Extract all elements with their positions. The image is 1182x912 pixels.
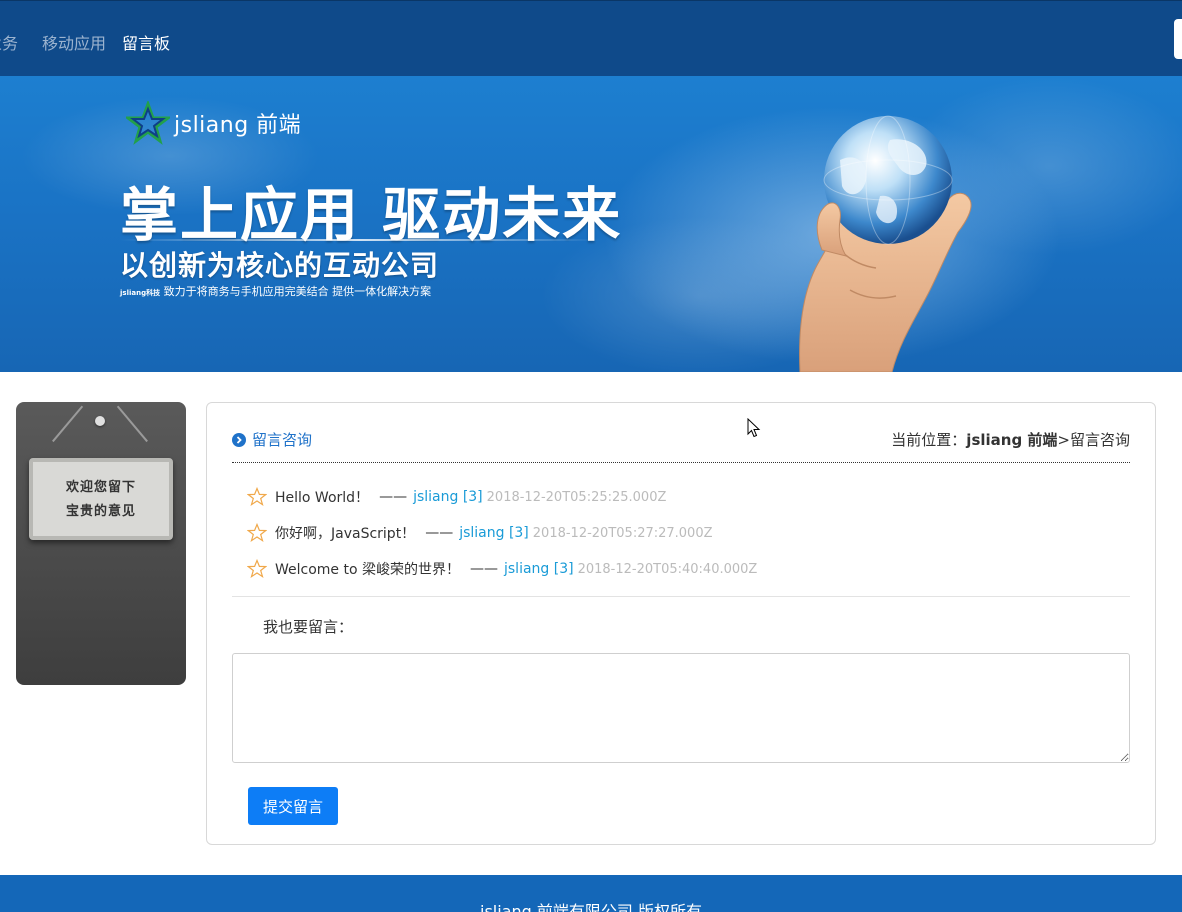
message-textarea[interactable] bbox=[232, 653, 1130, 763]
message-list: Hello World！ —— jsliang [3] 2018-12-20T0… bbox=[247, 479, 1127, 587]
banner-tagline: jsliang科技 致力于将商务与手机应用完美结合 提供一体化解决方案 bbox=[120, 283, 431, 299]
message-item: Welcome to 梁峻荣的世界！ —— jsliang [3] 2018-1… bbox=[247, 551, 1127, 587]
footer: jsliang 前端有限公司 版权所有 bbox=[0, 875, 1182, 912]
message-time: 2018-12-20T05:40:40.000Z bbox=[577, 561, 758, 577]
hand-globe-illustration bbox=[799, 115, 972, 372]
welcome-sign-image: 欢迎您留下 宝贵的意见 bbox=[16, 402, 186, 685]
tagline-text: 致力于将商务与手机应用完美结合 提供一体化解决方案 bbox=[163, 285, 432, 298]
star-icon bbox=[247, 559, 267, 578]
message-item: Hello World！ —— jsliang [3] 2018-12-20T0… bbox=[247, 479, 1127, 515]
message-author-link[interactable]: jsliang [3] bbox=[413, 489, 483, 505]
nav-item-message-board[interactable]: 留言板 bbox=[122, 30, 170, 54]
message-author-link[interactable]: jsliang [3] bbox=[504, 561, 574, 577]
star-icon bbox=[247, 487, 267, 506]
banner-divider bbox=[120, 239, 600, 241]
brand-logo: jsliang 前端 bbox=[126, 100, 301, 146]
message-author-link[interactable]: jsliang [3] bbox=[459, 525, 529, 541]
footer-copyright: jsliang 前端有限公司 版权所有 bbox=[480, 902, 702, 912]
nav-item-business[interactable]: 业务 bbox=[0, 30, 18, 54]
sign-string bbox=[52, 405, 84, 443]
message-dash: —— bbox=[425, 525, 454, 541]
message-board-panel: 留言咨询 当前位置：jsliang 前端>留言咨询 Hello World！ —… bbox=[206, 402, 1156, 845]
message-dash: —— bbox=[379, 489, 408, 505]
sign-line-2: 宝贵的意见 bbox=[65, 504, 136, 519]
tagline-brand: jsliang科技 bbox=[120, 289, 161, 297]
mouse-cursor-icon bbox=[747, 418, 761, 438]
sign-string bbox=[116, 405, 148, 443]
nail bbox=[95, 416, 105, 426]
star-icon bbox=[247, 523, 267, 542]
nav-edge-widget bbox=[1174, 19, 1182, 59]
message-time: 2018-12-20T05:25:25.000Z bbox=[486, 489, 667, 505]
sign-line-1: 欢迎您留下 bbox=[65, 480, 136, 495]
nav-item-mobile-apps[interactable]: 移动应用 bbox=[42, 30, 106, 54]
compose-label: 我也要留言： bbox=[263, 618, 354, 636]
submit-message-button[interactable]: 提交留言 bbox=[248, 787, 338, 825]
divider bbox=[232, 596, 1130, 597]
breadcrumb: 当前位置：jsliang 前端>留言咨询 bbox=[891, 429, 1130, 450]
section-title[interactable]: 留言咨询 bbox=[232, 429, 312, 450]
banner-subheadline: 以创新为核心的互动公司 bbox=[120, 249, 440, 282]
breadcrumb-prefix: 当前位置： bbox=[891, 431, 967, 449]
chevron-right-circle-icon bbox=[232, 432, 246, 447]
panel-header: 留言咨询 当前位置：jsliang 前端>留言咨询 bbox=[232, 429, 1130, 463]
message-dash: —— bbox=[470, 561, 498, 577]
top-navigation: 业务 移动应用 留言板 bbox=[0, 0, 1182, 76]
breadcrumb-current: >留言咨询 bbox=[1057, 431, 1130, 449]
message-content: Welcome to 梁峻荣的世界！ bbox=[275, 562, 460, 578]
star-logo-icon bbox=[126, 101, 170, 145]
sign-board: 欢迎您留下 宝贵的意见 bbox=[29, 458, 173, 540]
message-content: Hello World！ bbox=[275, 490, 370, 506]
message-time: 2018-12-20T05:27:27.000Z bbox=[532, 525, 713, 541]
message-item: 你好啊，JavaScript！ —— jsliang [3] 2018-12-2… bbox=[247, 515, 1127, 551]
logo-text: jsliang 前端 bbox=[174, 113, 302, 138]
message-content: 你好啊，JavaScript！ bbox=[275, 526, 416, 542]
section-title-label: 留言咨询 bbox=[252, 431, 313, 449]
breadcrumb-home-link[interactable]: jsliang 前端 bbox=[966, 431, 1057, 449]
